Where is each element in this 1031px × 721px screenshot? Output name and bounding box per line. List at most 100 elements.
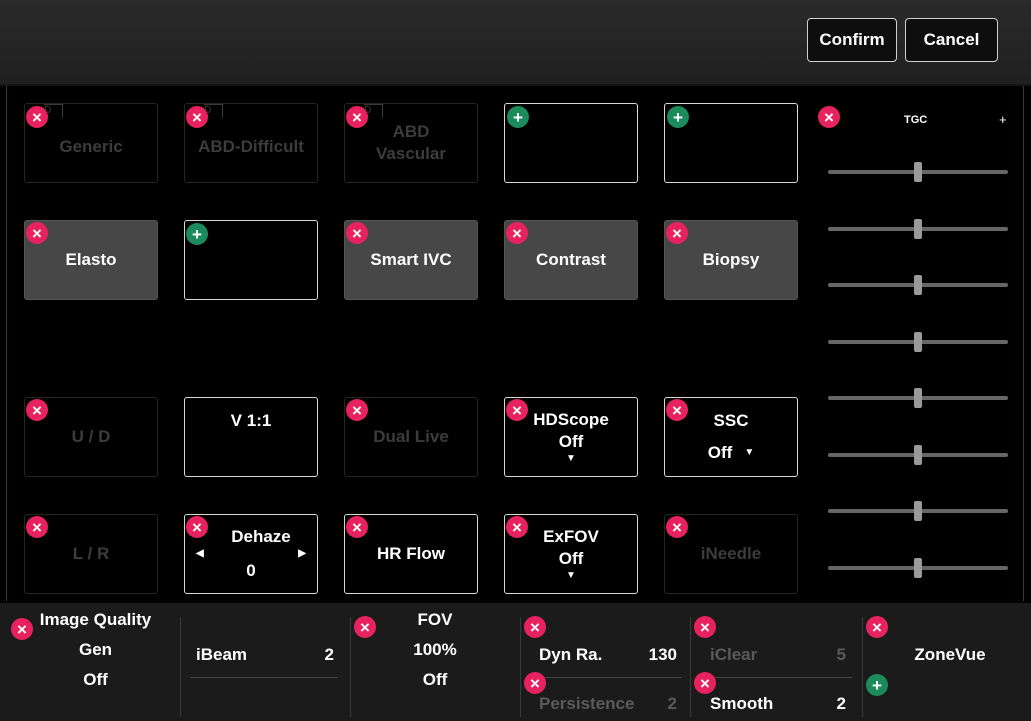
fov-value: 100% [413, 640, 457, 659]
fov-state: Off [422, 670, 448, 689]
divider [520, 617, 521, 717]
remove-icon[interactable]: × [26, 106, 48, 128]
zonevue-control[interactable]: ZoneVue [880, 645, 1020, 665]
remove-icon[interactable]: × [866, 616, 888, 638]
remove-icon[interactable]: × [346, 516, 368, 538]
remove-icon[interactable]: × [186, 106, 208, 128]
tile-label: U / D [71, 427, 111, 446]
plus-icon[interactable]: + [667, 106, 689, 128]
tgc-slider-knob[interactable] [914, 558, 922, 578]
confirm-button[interactable]: Confirm [807, 18, 897, 62]
tgc-slider[interactable] [828, 388, 1008, 408]
cancel-button[interactable]: Cancel [905, 18, 998, 62]
preset-label: ABD-Difficult [198, 137, 304, 156]
caret-down-icon: ▼ [566, 453, 576, 464]
tgc-label: TGC [904, 114, 928, 126]
remove-icon[interactable]: × [186, 516, 208, 538]
divider [180, 617, 181, 717]
tile-label: SSC [713, 411, 749, 430]
persistence-label: Persistence [539, 694, 635, 713]
ibeam-value: 2 [324, 645, 334, 664]
tile-label: HR Flow [377, 544, 445, 563]
preset-label: ABD Vascular [376, 122, 446, 163]
remove-icon[interactable]: × [524, 672, 546, 694]
iclear-value: 5 [836, 645, 846, 664]
remove-icon[interactable]: × [694, 672, 716, 694]
image-quality-label: Image Quality [39, 610, 152, 629]
tile-label: Biopsy [702, 250, 760, 269]
ibeam-control[interactable]: iBeam 2 [196, 645, 334, 665]
remove-icon[interactable]: × [524, 616, 546, 638]
remove-icon[interactable]: × [346, 222, 368, 244]
remove-icon[interactable]: × [346, 106, 368, 128]
tgc-slider-knob[interactable] [914, 332, 922, 352]
v11-button[interactable]: V 1:1 [184, 397, 318, 477]
tgc-slider-knob[interactable] [914, 445, 922, 465]
top-bar: Confirm Cancel [0, 0, 1031, 86]
remove-icon[interactable]: × [354, 616, 376, 638]
tgc-slider[interactable] [828, 332, 1008, 352]
smooth-control[interactable]: Smooth 2 [710, 694, 846, 714]
persistence-control[interactable]: Persistence 2 [539, 694, 677, 714]
tgc-slider-knob[interactable] [914, 388, 922, 408]
divider [700, 677, 852, 678]
tile-value: Off [558, 432, 584, 451]
remove-icon[interactable]: × [506, 399, 528, 421]
plus-icon[interactable]: + [866, 674, 888, 696]
tgc-slider-knob[interactable] [914, 219, 922, 239]
preset-label: Generic [59, 137, 123, 156]
remove-icon[interactable]: × [818, 106, 840, 128]
remove-icon[interactable]: × [11, 618, 33, 640]
tile-label: L / R [72, 544, 110, 563]
remove-icon[interactable]: × [26, 516, 48, 538]
tile-value: 0 [246, 561, 256, 580]
caret-down-icon: ▼ [744, 447, 755, 458]
remove-icon[interactable]: × [666, 222, 688, 244]
divider [530, 677, 682, 678]
remove-icon[interactable]: × [506, 222, 528, 244]
dynamic-range-control[interactable]: Dyn Ra. 130 [539, 645, 677, 665]
tgc-slider-knob[interactable] [914, 162, 922, 182]
tgc-slider[interactable] [828, 162, 1008, 182]
tile-label: ExFOV [543, 527, 599, 546]
remove-icon[interactable]: × [694, 616, 716, 638]
remove-icon[interactable]: × [506, 516, 528, 538]
tile-label: Smart IVC [370, 250, 452, 269]
arrow-right-icon[interactable]: ▶ [298, 548, 306, 560]
tgc-slider[interactable] [828, 445, 1008, 465]
caret-down-icon: ▼ [566, 570, 576, 581]
fov-control[interactable]: FOV 100% Off [380, 605, 490, 695]
tgc-slider-knob[interactable] [914, 275, 922, 295]
image-quality-value: Gen [78, 640, 113, 659]
tgc-slider[interactable] [828, 219, 1008, 239]
divider [350, 617, 351, 717]
tile-label: Dehaze [231, 527, 291, 546]
remove-icon[interactable]: × [346, 399, 368, 421]
smooth-value: 2 [836, 694, 846, 713]
ssc-value-row: Off ▼ [708, 442, 754, 464]
divider [862, 617, 863, 717]
dynra-value: 130 [648, 645, 677, 664]
remove-icon[interactable]: × [26, 399, 48, 421]
tgc-slider[interactable] [828, 501, 1008, 521]
tgc-slider-knob[interactable] [914, 501, 922, 521]
plus-icon[interactable]: + [507, 106, 529, 128]
remove-icon[interactable]: × [26, 222, 48, 244]
arrow-left-icon[interactable]: ◀ [196, 548, 204, 560]
persistence-value: 2 [667, 694, 677, 713]
iclear-label: iClear [710, 645, 758, 664]
tgc-slider[interactable] [828, 558, 1008, 578]
tile-label: Dual Live [373, 427, 449, 446]
tile-label: Contrast [536, 250, 606, 269]
remove-icon[interactable]: × [666, 399, 688, 421]
remove-icon[interactable]: × [666, 516, 688, 538]
tgc-slider[interactable] [828, 275, 1008, 295]
divider [190, 677, 338, 678]
iclear-control[interactable]: iClear 5 [710, 645, 846, 665]
image-quality-control[interactable]: Image Quality Gen Off [18, 605, 173, 695]
dynra-label: Dyn Ra. [539, 645, 603, 664]
tile-value: Off [707, 443, 733, 462]
plus-icon[interactable]: + [186, 223, 208, 245]
tile-label: iNeedle [700, 544, 762, 563]
tgc-plus-icon[interactable]: + [999, 112, 1007, 127]
